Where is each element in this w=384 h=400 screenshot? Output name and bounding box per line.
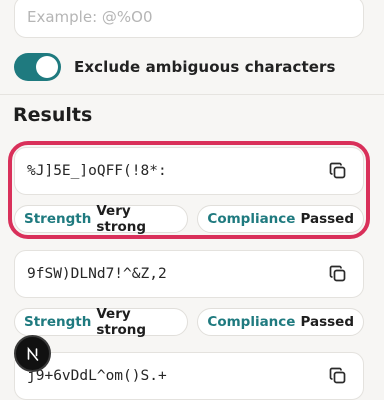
exclude-ambiguous-row: Exclude ambiguous characters [14, 52, 336, 82]
exclude-ambiguous-toggle[interactable] [14, 53, 61, 81]
copy-icon[interactable] [327, 160, 349, 182]
password-text: 9fSW)DLNd7!^&Z,2 [27, 266, 167, 282]
copy-icon[interactable] [327, 365, 349, 387]
compliance-badge: Compliance Passed [197, 308, 364, 336]
section-divider [0, 94, 384, 95]
results-heading: Results [13, 104, 93, 126]
strength-badge: Strength Very strong [14, 306, 189, 338]
password-box: 9fSW)DLNd7!^&Z,2 [14, 250, 364, 298]
copy-icon[interactable] [327, 263, 349, 285]
password-text: j9+6vDdL^om()S.+ [27, 368, 167, 384]
password-box: %J]5E_]oQFF(!8*: [14, 147, 364, 195]
compliance-value: Passed [300, 314, 354, 330]
next-logo-icon[interactable] [14, 335, 51, 372]
generator-panel: Example: @%O0 Exclude ambiguous characte… [0, 0, 384, 400]
result-item: 9fSW)DLNd7!^&Z,2 Strength Very strong Co… [14, 250, 364, 338]
result-badges: Strength Very strong Compliance Passed [14, 306, 364, 338]
strength-value: Very strong [96, 306, 147, 338]
compliance-badge: Compliance Passed [197, 205, 364, 233]
result-item: j9+6vDdL^om()S.+ [14, 352, 364, 400]
example-input[interactable]: Example: @%O0 [14, 0, 364, 38]
toggle-knob [36, 56, 58, 78]
strength-badge: Strength Very strong [14, 203, 189, 235]
compliance-label: Compliance [207, 314, 296, 330]
password-box: j9+6vDdL^om()S.+ [14, 352, 364, 400]
result-badges: Strength Very strong Compliance Passed [14, 203, 364, 235]
compliance-label: Compliance [207, 211, 296, 227]
password-text: %J]5E_]oQFF(!8*: [27, 163, 167, 179]
compliance-value: Passed [300, 211, 354, 227]
strength-value: Very strong [96, 203, 147, 235]
strength-label: Strength [24, 314, 92, 330]
strength-label: Strength [24, 211, 92, 227]
exclude-ambiguous-label: Exclude ambiguous characters [74, 58, 336, 76]
example-input-placeholder: Example: @%O0 [27, 8, 153, 26]
result-item: %J]5E_]oQFF(!8*: Strength Very strong Co… [8, 141, 370, 239]
